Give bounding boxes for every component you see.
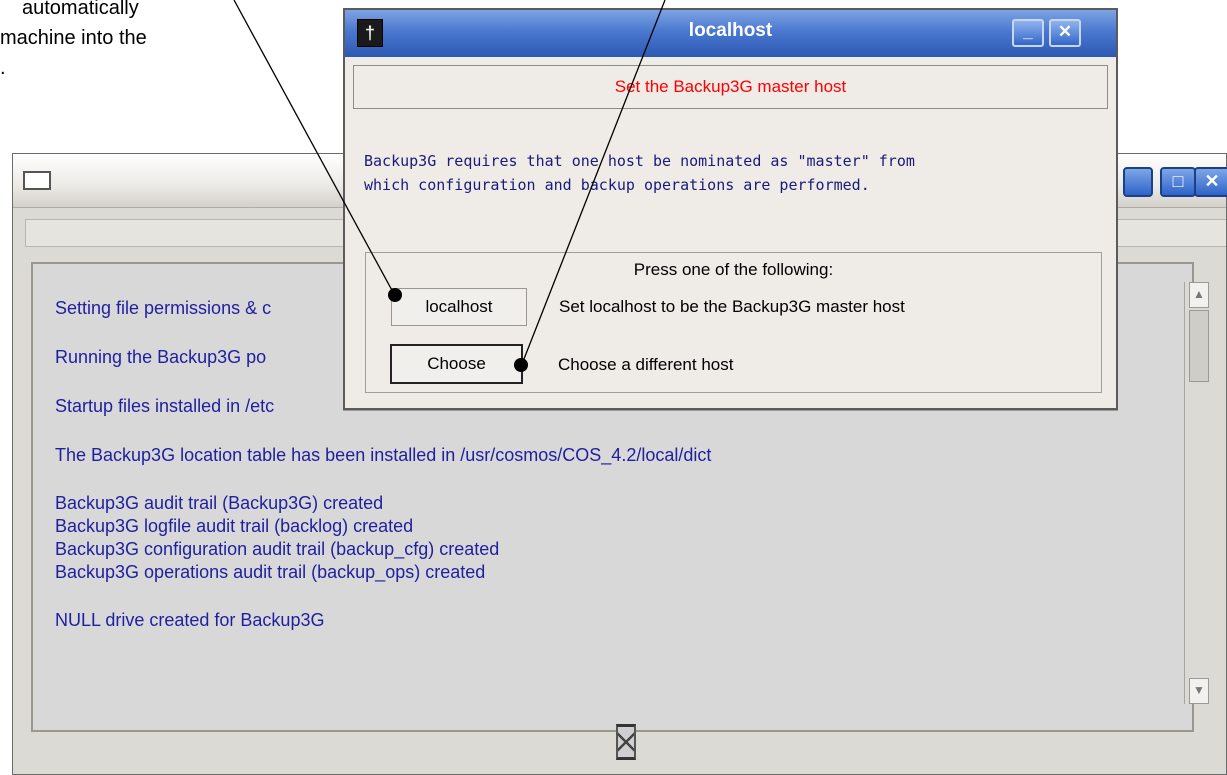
scroll-down-arrow-icon[interactable]: ▼	[1189, 678, 1209, 704]
log-line: Backup3G operations audit trail (backup_…	[55, 562, 486, 582]
close-icon: ✕	[1204, 171, 1220, 191]
log-line: Backup3G audit trail (Backup3G) created	[55, 493, 384, 513]
dialog-title: localhost	[688, 20, 773, 41]
close-button[interactable]: ✕	[1194, 167, 1227, 197]
maximize-icon: □	[1172, 171, 1184, 191]
log-line: Backup3G logfile audit trail (backlog) c…	[55, 516, 414, 536]
log-line: Backup3G configuration audit trail (back…	[55, 539, 500, 559]
description-line: which configuration and backup operation…	[364, 176, 870, 194]
close-button[interactable]: ✕	[1049, 19, 1081, 47]
annotation-line: automatically	[22, 0, 139, 19]
localhost-button[interactable]: localhost	[391, 288, 527, 326]
annotation-line: .	[0, 57, 6, 79]
dialog-header: Set the Backup3G master host	[353, 65, 1108, 109]
log-line: Setting file permissions & c	[55, 298, 272, 318]
log-line: The Backup3G location table has been ins…	[55, 445, 712, 465]
hourglass-icon	[616, 724, 636, 760]
log-line: Startup files installed in /etc	[55, 396, 275, 416]
dialog-description: Backup3G requires that one host be nomin…	[364, 149, 1104, 197]
log-line: Running the Backup3G po	[55, 347, 267, 367]
choose-option-label: Choose a different host	[558, 355, 734, 374]
choose-button[interactable]: Choose	[390, 344, 523, 384]
localhost-option-label: Set localhost to be the Backup3G master …	[559, 297, 905, 316]
window-menu-icon[interactable]	[23, 171, 51, 190]
maximize-button[interactable]: □	[1160, 167, 1196, 197]
dialog-titlebar[interactable]: † localhost _ ✕	[345, 10, 1116, 57]
log-scrollbar[interactable]: ▲ ▼	[1184, 282, 1213, 704]
annotation-line: machine into the	[0, 27, 147, 49]
scroll-thumb[interactable]	[1189, 310, 1209, 382]
options-prompt: Press one of the following:	[633, 260, 834, 279]
minimize-button[interactable]	[1123, 167, 1153, 197]
log-line: NULL drive created for Backup3G	[55, 610, 325, 630]
options-group: Press one of the following: localhost Se…	[365, 252, 1102, 393]
close-icon: ✕	[1057, 22, 1073, 41]
scroll-up-arrow-icon[interactable]: ▲	[1189, 282, 1209, 308]
minimize-button[interactable]: _	[1012, 19, 1044, 47]
description-line: Backup3G requires that one host be nomin…	[364, 152, 915, 170]
master-host-dialog: † localhost _ ✕ Set the Backup3G master …	[343, 8, 1118, 410]
minimize-icon: _	[1023, 22, 1033, 41]
